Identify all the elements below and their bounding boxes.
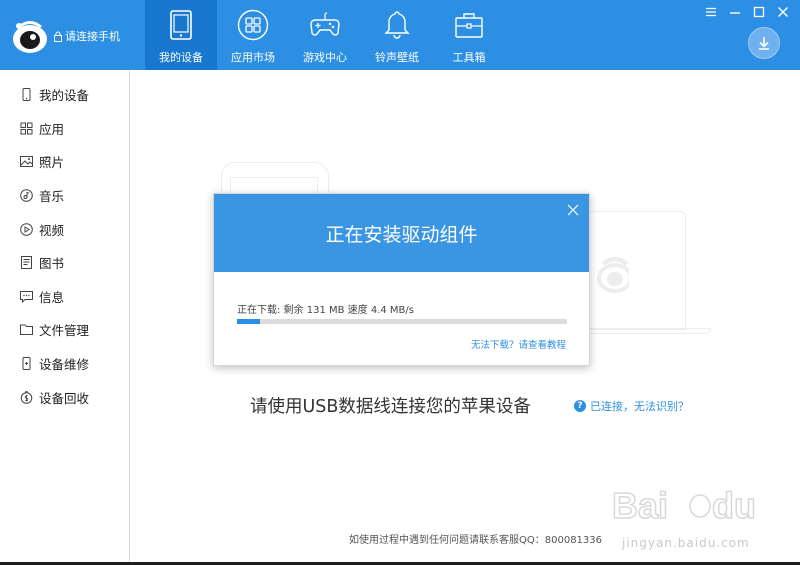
top-bar: 请连接手机 我的设备 应用市场 游戏中心 铃声壁纸 工具箱 xyxy=(0,0,800,70)
sidebar-item-label: 我的设备 xyxy=(39,88,90,104)
nav-toolbox[interactable]: 工具箱 xyxy=(433,0,505,70)
tablet-icon xyxy=(170,10,192,40)
dialog-header: 正在安装驱动组件 xyxy=(214,194,589,272)
toolbox-icon xyxy=(455,13,483,38)
progress-fill xyxy=(237,319,261,324)
support-note: 如使用过程中遇到任何问题请联系客服QQ：800081336 xyxy=(349,535,603,546)
nav-app-market[interactable]: 应用市场 xyxy=(217,0,289,70)
message-icon xyxy=(20,290,33,303)
sidebar-item-label: 设备回收 xyxy=(39,390,90,406)
sidebar-item-repair[interactable]: 设备维修 xyxy=(0,347,129,381)
nav-ringtone-wallpaper[interactable]: 铃声壁纸 xyxy=(361,0,433,70)
photo-icon xyxy=(20,156,33,168)
sidebar-item-photos[interactable]: 照片 xyxy=(0,145,129,179)
app-logo-icon xyxy=(13,21,47,53)
driver-install-dialog: 正在安装驱动组件 正在下载: 剩余 131 MB 速度 4.4 MB/s 无法下… xyxy=(213,193,590,366)
sidebar-item-label: 设备维修 xyxy=(39,357,90,373)
menu-icon[interactable] xyxy=(704,4,718,18)
download-status: 正在下载: 剩余 131 MB 速度 4.4 MB/s xyxy=(237,305,414,316)
sidebar-item-messages[interactable]: 信息 xyxy=(0,280,129,314)
recycle-icon xyxy=(20,390,33,404)
help-link-label: 已连接，无法识别？ xyxy=(590,400,689,413)
device-status-label: 请连接手机 xyxy=(65,30,120,43)
sidebar-item-label: 图书 xyxy=(39,256,65,272)
sidebar-item-apps[interactable]: 应用 xyxy=(0,112,129,146)
bell-icon xyxy=(384,11,410,39)
video-icon xyxy=(20,222,33,236)
sidebar-item-label: 应用 xyxy=(39,121,65,137)
sidebar-item-label: 视频 xyxy=(39,222,65,238)
main-nav: 我的设备 应用市场 游戏中心 铃声壁纸 工具箱 xyxy=(145,0,505,70)
sidebar-item-label: 音乐 xyxy=(39,189,65,205)
tutorial-link[interactable]: 无法下载？请查看教程 xyxy=(471,337,566,351)
sidebar-item-recycle[interactable]: 设备回收 xyxy=(0,380,129,414)
sidebar-item-music[interactable]: 音乐 xyxy=(0,179,129,213)
nav-label: 游戏中心 xyxy=(303,51,347,64)
lock-icon xyxy=(54,31,62,42)
nav-game-center[interactable]: 游戏中心 xyxy=(289,0,361,70)
sidebar-item-label: 文件管理 xyxy=(39,323,90,339)
download-progress-bar xyxy=(237,319,567,324)
connect-instruction: 请使用USB数据线连接您的苹果设备 xyxy=(250,397,531,417)
watermark-site-text: jingyan.baidu.com xyxy=(622,536,750,550)
svg-text:du: du xyxy=(712,485,756,526)
laptop-base-illustration xyxy=(586,328,711,334)
nav-my-device[interactable]: 我的设备 xyxy=(145,0,217,70)
nav-label: 我的设备 xyxy=(159,51,203,64)
nav-label: 应用市场 xyxy=(231,51,275,64)
maximize-icon[interactable] xyxy=(752,4,766,18)
faded-logo-icon xyxy=(597,257,629,293)
phone-icon xyxy=(22,88,31,102)
sidebar: 我的设备 应用 照片 音乐 视频 图书 信息 文件管理 设备维修 设备回收 xyxy=(0,70,130,562)
device-status[interactable]: 请连接手机 xyxy=(54,28,120,44)
close-icon[interactable] xyxy=(567,204,579,216)
book-icon xyxy=(21,256,32,270)
sidebar-item-books[interactable]: 图书 xyxy=(0,246,129,280)
apps-icon xyxy=(20,122,33,135)
sidebar-item-video[interactable]: 视频 xyxy=(0,212,129,246)
sidebar-item-label: 照片 xyxy=(39,155,65,171)
connected-not-recognized-link[interactable]: ? 已连接，无法识别？ xyxy=(574,398,689,414)
repair-icon xyxy=(22,357,31,371)
download-manager-button[interactable] xyxy=(748,27,780,59)
download-icon xyxy=(759,37,769,50)
svg-text:Bai: Bai xyxy=(612,485,668,526)
sidebar-item-my-device[interactable]: 我的设备 xyxy=(0,78,129,112)
sidebar-item-label: 信息 xyxy=(39,289,65,305)
gamepad-icon xyxy=(310,12,340,36)
dialog-title: 正在安装驱动组件 xyxy=(325,223,478,246)
question-icon: ? xyxy=(574,400,586,412)
sidebar-item-file-manager[interactable]: 文件管理 xyxy=(0,313,129,347)
close-icon[interactable] xyxy=(776,4,790,18)
folder-icon xyxy=(20,324,33,336)
nav-label: 铃声壁纸 xyxy=(375,51,419,64)
app-window: 请连接手机 我的设备 应用市场 游戏中心 铃声壁纸 工具箱 我的设备 应用 照片… xyxy=(0,0,800,562)
minimize-icon[interactable] xyxy=(728,4,742,18)
nav-label: 工具箱 xyxy=(452,51,486,64)
apps-grid-icon xyxy=(237,9,269,41)
window-controls xyxy=(704,4,790,18)
music-icon xyxy=(20,189,33,202)
